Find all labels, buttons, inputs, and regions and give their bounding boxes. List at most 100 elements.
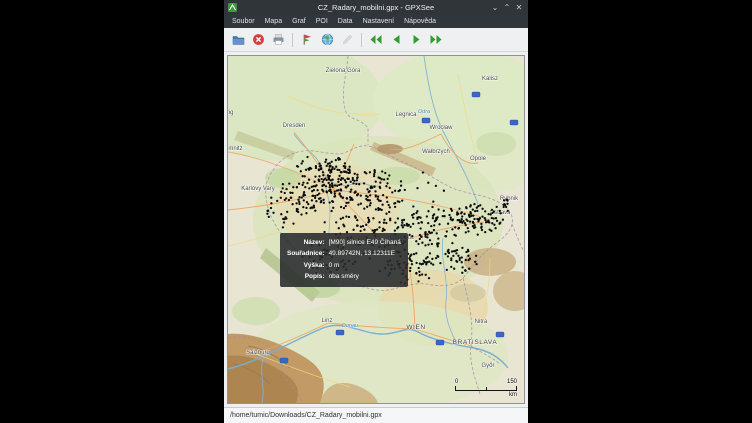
waypoint-dot[interactable] xyxy=(446,230,448,232)
waypoint-dot[interactable] xyxy=(298,183,300,185)
waypoint-dot[interactable] xyxy=(308,187,310,189)
waypoint-dot[interactable] xyxy=(356,219,358,221)
waypoint-dot[interactable] xyxy=(413,213,415,215)
waypoint-dot[interactable] xyxy=(329,165,331,167)
waypoint-dot[interactable] xyxy=(426,233,428,235)
waypoint-dot[interactable] xyxy=(401,199,403,201)
waypoint-dot[interactable] xyxy=(496,206,498,208)
waypoint-dot[interactable] xyxy=(318,169,320,171)
waypoint-dot[interactable] xyxy=(437,256,439,258)
waypoint-dot[interactable] xyxy=(415,262,417,264)
waypoint-dot[interactable] xyxy=(266,210,268,212)
waypoint-dot[interactable] xyxy=(340,183,342,185)
waypoint-dot[interactable] xyxy=(490,213,492,215)
waypoint-dot[interactable] xyxy=(282,226,284,228)
waypoint-dot[interactable] xyxy=(451,219,453,221)
waypoint-dot[interactable] xyxy=(363,207,365,209)
waypoint-dot[interactable] xyxy=(493,210,495,212)
waypoint-dot[interactable] xyxy=(499,210,501,212)
waypoint-dot[interactable] xyxy=(313,181,315,183)
waypoint-dot[interactable] xyxy=(336,185,338,187)
waypoint-dot[interactable] xyxy=(458,208,460,210)
menu-item-mapa[interactable]: Mapa xyxy=(260,17,288,26)
waypoint-dot[interactable] xyxy=(334,190,336,192)
waypoint-dot[interactable] xyxy=(451,228,453,230)
waypoint-dot[interactable] xyxy=(340,171,342,173)
waypoint-dot[interactable] xyxy=(288,182,290,184)
waypoint-dot[interactable] xyxy=(479,204,481,206)
waypoint-dot[interactable] xyxy=(397,200,399,202)
waypoint-dot[interactable] xyxy=(455,260,457,262)
waypoint-dot[interactable] xyxy=(340,218,342,220)
waypoint-dot[interactable] xyxy=(453,234,455,236)
waypoint-dot[interactable] xyxy=(470,204,472,206)
waypoint-dot[interactable] xyxy=(450,266,452,268)
waypoint-dot[interactable] xyxy=(333,168,335,170)
waypoint-dot[interactable] xyxy=(370,187,372,189)
waypoint-dot[interactable] xyxy=(338,169,340,171)
waypoint-dot[interactable] xyxy=(305,169,307,171)
waypoint-dot[interactable] xyxy=(461,272,463,274)
waypoint-dot[interactable] xyxy=(356,176,358,178)
waypoint-dot[interactable] xyxy=(431,258,433,260)
waypoint-dot[interactable] xyxy=(400,180,402,182)
waypoint-dot[interactable] xyxy=(432,200,434,202)
waypoint-dot[interactable] xyxy=(336,189,338,191)
waypoint-dot[interactable] xyxy=(335,166,337,168)
waypoint-dot[interactable] xyxy=(461,261,463,263)
waypoint-dot[interactable] xyxy=(426,256,428,258)
waypoint-dot[interactable] xyxy=(435,257,437,259)
waypoint-dot[interactable] xyxy=(318,178,320,180)
waypoint-dot[interactable] xyxy=(477,233,479,235)
waypoint-dot[interactable] xyxy=(350,181,352,183)
waypoint-dot[interactable] xyxy=(402,226,404,228)
waypoint-dot[interactable] xyxy=(282,183,284,185)
waypoint-dot[interactable] xyxy=(416,210,418,212)
waypoint-dot[interactable] xyxy=(320,200,322,202)
waypoint-dot[interactable] xyxy=(283,221,285,223)
map-view[interactable]: Zielona GóraKaliszLeipzigDresdenLegnicaW… xyxy=(228,56,524,403)
waypoint-dot[interactable] xyxy=(439,262,441,264)
minimize-button[interactable]: ⌄ xyxy=(489,0,501,15)
waypoint-dot[interactable] xyxy=(326,165,328,167)
waypoint-dot[interactable] xyxy=(389,187,391,189)
waypoint-dot[interactable] xyxy=(333,195,335,197)
waypoint-dot[interactable] xyxy=(295,202,297,204)
waypoint-dot[interactable] xyxy=(401,224,403,226)
waypoint-dot[interactable] xyxy=(297,165,299,167)
waypoint-dot[interactable] xyxy=(354,191,356,193)
waypoint-dot[interactable] xyxy=(334,184,336,186)
waypoint-dot[interactable] xyxy=(499,222,501,224)
waypoint-dot[interactable] xyxy=(452,255,454,257)
waypoint-dot[interactable] xyxy=(432,215,434,217)
waypoint-dot[interactable] xyxy=(493,217,495,219)
waypoint-dot[interactable] xyxy=(352,182,354,184)
waypoint-dot[interactable] xyxy=(343,207,345,209)
waypoint-dot[interactable] xyxy=(467,227,469,229)
waypoint-dot[interactable] xyxy=(329,186,331,188)
waypoint-dot[interactable] xyxy=(316,189,318,191)
waypoint-dot[interactable] xyxy=(338,175,340,177)
waypoint-dot[interactable] xyxy=(385,185,387,187)
waypoint-dot[interactable] xyxy=(495,217,497,219)
waypoint-dot[interactable] xyxy=(363,182,365,184)
waypoint-dot[interactable] xyxy=(465,207,467,209)
waypoint-dot[interactable] xyxy=(368,219,370,221)
waypoint-dot[interactable] xyxy=(475,255,477,257)
waypoint-dot[interactable] xyxy=(292,186,294,188)
waypoint-dot[interactable] xyxy=(388,204,390,206)
waypoint-dot[interactable] xyxy=(286,211,288,213)
waypoint-dot[interactable] xyxy=(425,274,427,276)
waypoint-dot[interactable] xyxy=(463,213,465,215)
waypoint-dot[interactable] xyxy=(374,190,376,192)
waypoint-dot[interactable] xyxy=(354,173,356,175)
waypoint-dot[interactable] xyxy=(472,208,474,210)
waypoint-dot[interactable] xyxy=(435,185,437,187)
waypoint-dot[interactable] xyxy=(461,222,463,224)
waypoint-dot[interactable] xyxy=(505,206,507,208)
waypoint-dot[interactable] xyxy=(429,232,431,234)
waypoint-dot[interactable] xyxy=(365,172,367,174)
waypoint-dot[interactable] xyxy=(421,273,423,275)
maximize-button[interactable]: ⌃ xyxy=(501,0,513,15)
waypoint-dot[interactable] xyxy=(355,183,357,185)
